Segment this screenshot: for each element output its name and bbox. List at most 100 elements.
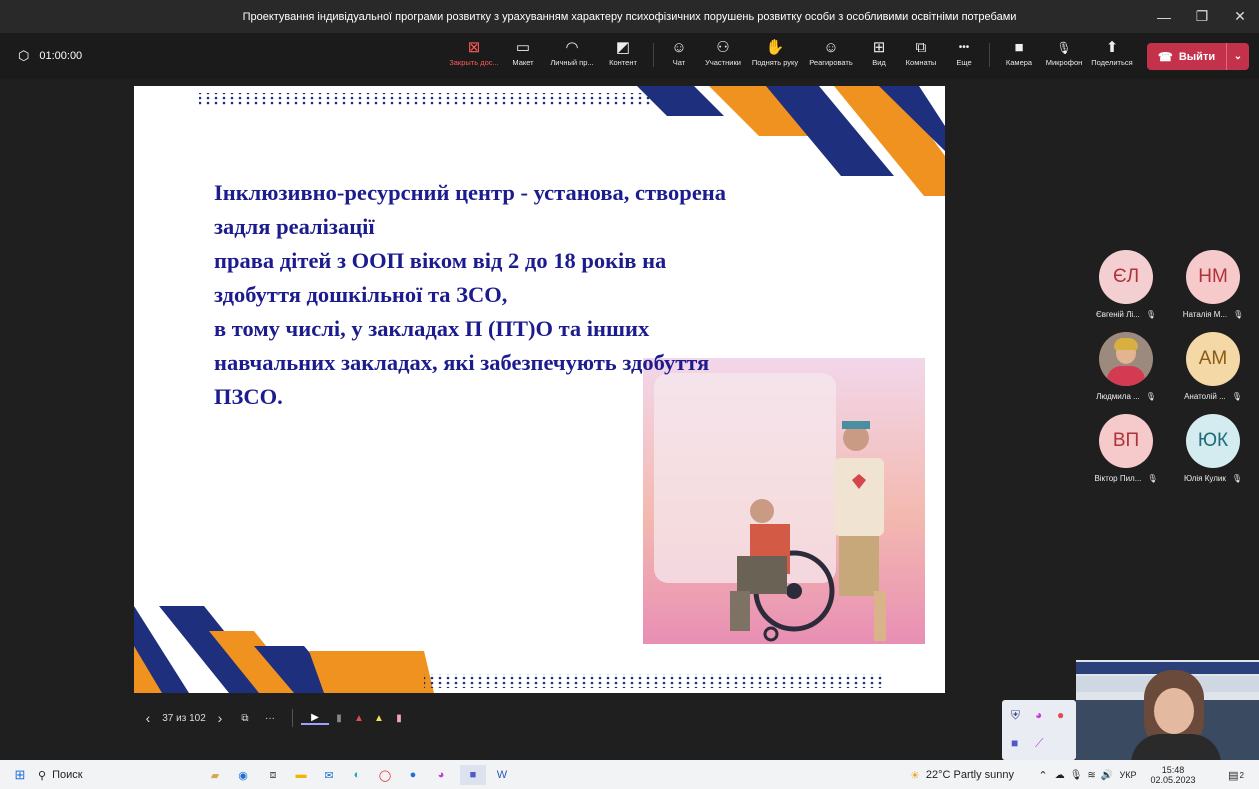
slide-grid-icon[interactable]: ⧉ [234, 713, 256, 724]
tray-app-icon[interactable]: ◕ [1035, 708, 1042, 722]
highlighter-tool-icon[interactable]: ▲ [369, 713, 389, 724]
pen-tool-icon[interactable]: ▮ [329, 713, 349, 724]
mic-off-icon: 🎙 [1145, 392, 1156, 401]
window-title: Проектування індивідуальної програми роз… [242, 10, 1017, 23]
toolbar-divider [653, 43, 654, 67]
mic-off-icon: 🎙 [1231, 392, 1242, 401]
more-icon: ••• [958, 42, 970, 53]
tray-shield-icon[interactable]: ⛨ [1011, 708, 1020, 723]
chevron-down-icon: ⌄ [1233, 51, 1243, 62]
avatar: ЮК [1186, 414, 1240, 468]
participant-tile[interactable]: НМ Наталія М... 🎙 [1173, 250, 1253, 319]
word-icon[interactable]: W [490, 765, 514, 785]
viber-icon[interactable]: ◕ [430, 765, 452, 785]
window-controls: — ❐ ✕ [1145, 0, 1259, 33]
tray-pen-icon[interactable]: ⟋ [1035, 736, 1043, 751]
teams-app-icon[interactable]: ◉ [232, 765, 254, 785]
close-window-button[interactable]: ✕ [1221, 0, 1259, 33]
rooms-button[interactable]: ⧉ Комнаты [902, 38, 940, 74]
onedrive-icon: ☁ [1054, 769, 1065, 781]
eraser-tool-icon[interactable]: ▮ [389, 713, 409, 724]
microphone-button[interactable]: 🎙 Микрофон [1042, 38, 1086, 74]
red-pen-tool-icon[interactable]: ▲ [349, 713, 369, 724]
slide-line: Інклюзивно-ресурсний центр - установа, с… [214, 180, 727, 205]
file-explorer-icon[interactable]: ▬ [290, 765, 312, 785]
slide-line: навчальних закладах, які забезпечують зд… [214, 350, 710, 375]
title-bar: Проектування індивідуальної програми роз… [0, 0, 1259, 33]
widgets-icon[interactable]: ▰ [200, 765, 230, 785]
volume-icon: 🔊 [1100, 769, 1114, 781]
wifi-icon: ≋ [1087, 769, 1096, 781]
view-button[interactable]: ⊞ Вид [867, 38, 891, 74]
search-icon: ⚲ [38, 769, 47, 782]
avatar: АМ [1186, 332, 1240, 386]
more-options-icon[interactable]: ··· [256, 713, 284, 724]
slide-line: задля реалізації [214, 214, 375, 239]
tray-teams-icon[interactable]: ■ [1011, 736, 1018, 750]
mic-off-icon: 🎙 [1147, 474, 1158, 483]
notification-icon: ▤ [1228, 769, 1239, 782]
raise-hand-icon: ✋ [765, 39, 785, 56]
personal-view-button[interactable]: ◠ Личный пр... [545, 38, 599, 74]
mic-off-icon: 🎙 [1145, 310, 1156, 319]
system-tray-icons[interactable]: ☁ 🎙 ≋ 🔊 [1054, 765, 1114, 785]
windows-start-icon[interactable]: ⊞ [10, 765, 30, 785]
participant-tile[interactable]: ЄЛ Євгеній Лі... 🎙 [1086, 250, 1166, 319]
self-video-preview [1076, 660, 1259, 760]
camera-button[interactable]: ■ Камера [1002, 38, 1036, 74]
mic-icon: 🎙 [1069, 769, 1083, 781]
close-share-button[interactable]: ⊠ Закрыть дос... [445, 38, 503, 74]
rooms-icon: ⧉ [915, 39, 927, 56]
react-icon: ☺ [823, 39, 839, 56]
maximize-button[interactable]: ❐ [1183, 0, 1221, 33]
toolbar-divider [989, 43, 990, 67]
taskbar-search[interactable]: ⚲ Поиск [38, 765, 118, 785]
divider [292, 709, 293, 727]
participants-button[interactable]: ⚇ Участники [702, 38, 744, 74]
leave-label: Выйти [1178, 50, 1216, 63]
avatar: НМ [1186, 250, 1240, 304]
microphone-icon: 🎙 [1056, 41, 1072, 55]
opera-icon[interactable]: ◯ [374, 765, 396, 785]
slide-body-text: Інклюзивно-ресурсний центр - установа, с… [214, 176, 854, 414]
layout-button[interactable]: ▭ Макет [508, 38, 538, 74]
minimize-button[interactable]: — [1145, 0, 1183, 33]
timer-text: 01:00:00 [39, 50, 83, 62]
camera-icon: ■ [1014, 39, 1024, 56]
weather-widget[interactable]: ☀ 22°C Partly sunny [910, 765, 1020, 785]
avatar: ЄЛ [1099, 250, 1153, 304]
content-icon: ◩ [615, 39, 631, 56]
raise-hand-button[interactable]: ✋ Поднять руку [748, 38, 802, 74]
slide-counter: 37 из 102 [162, 712, 206, 724]
avatar: ВП [1099, 414, 1153, 468]
sun-icon: ☀ [910, 769, 920, 782]
language-indicator[interactable]: УКР [1115, 765, 1141, 785]
chat-button[interactable]: ☺ Чат [668, 38, 690, 74]
leave-button[interactable]: ☎ Выйти ⌄ [1147, 43, 1249, 70]
layout-icon: ▭ [515, 39, 531, 56]
slide-line: права дітей з ООП віком від 2 до 18 рокі… [214, 248, 667, 273]
edge-icon[interactable]: ◐ [346, 765, 368, 785]
chat-icon: ☺ [671, 39, 687, 56]
slide-line: ПЗСО. [214, 384, 283, 409]
share-button[interactable]: ⬆ Поделиться [1090, 38, 1134, 74]
react-button[interactable]: ☺ Реагировать [808, 38, 854, 74]
pointer-tool-icon[interactable]: ▶ [301, 712, 329, 725]
participant-tile[interactable]: ЮК Юлія Кулик 🎙 [1173, 414, 1253, 483]
notifications-button[interactable]: ▤ 2 [1222, 765, 1250, 785]
teams-active-icon[interactable]: ■ [460, 765, 486, 785]
participant-tile[interactable]: ВП Віктор Пил... 🎙 [1086, 414, 1166, 483]
participant-tile[interactable]: АМ Анатолій ... 🎙 [1173, 332, 1253, 401]
tray-app-icon[interactable]: ● [1057, 708, 1064, 722]
leave-options-button[interactable]: ⌄ [1226, 43, 1249, 70]
mail-icon[interactable]: ✉ [318, 765, 340, 785]
content-button[interactable]: ◩ Контент [605, 38, 641, 74]
previous-slide-button[interactable]: ‹ [134, 710, 162, 726]
app-icon[interactable]: ● [402, 765, 424, 785]
next-slide-button[interactable]: › [206, 710, 234, 726]
participant-tile[interactable]: Людмила ... 🎙 [1086, 332, 1166, 401]
chevron-up-icon[interactable]: ⌃ [1036, 765, 1050, 785]
more-button[interactable]: ••• Еще [952, 38, 976, 74]
task-view-icon[interactable]: ⧈ [262, 765, 284, 785]
clock[interactable]: 15:48 02.05.2023 [1143, 765, 1203, 785]
